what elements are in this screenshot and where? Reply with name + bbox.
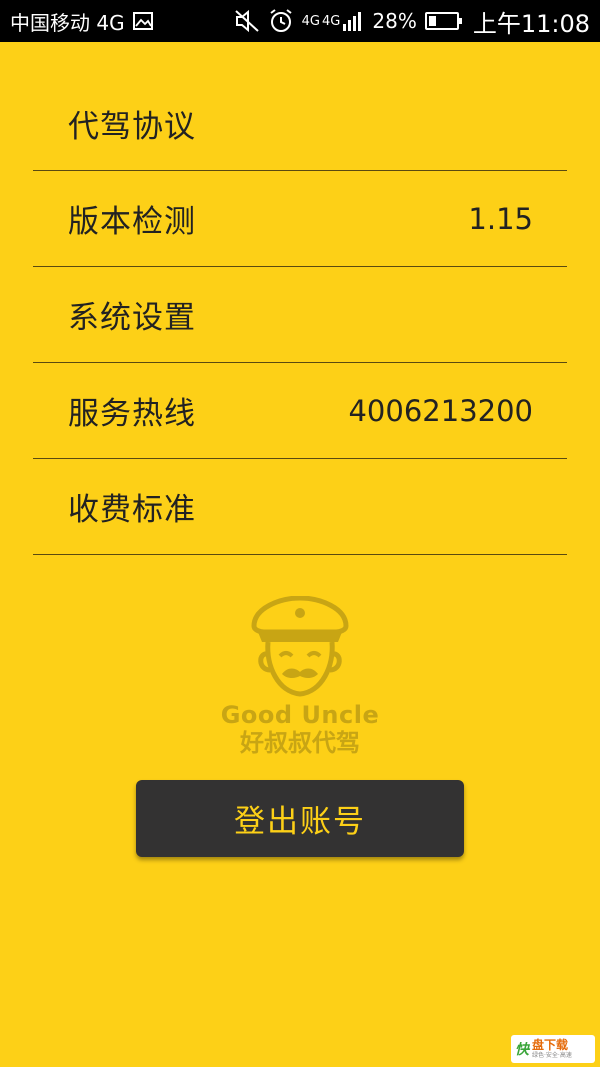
- watermark-sub: 绿色·安全·高速: [532, 1052, 572, 1059]
- menu-item-service-hotline[interactable]: 服务热线 4006213200: [33, 363, 567, 459]
- network-type-label-2: 4G: [322, 13, 341, 29]
- watermark: 快 盘下载 绿色·安全·高速: [511, 1035, 595, 1063]
- logo-name-chinese: 好叔叔代驾: [240, 729, 360, 757]
- menu-item-system-settings[interactable]: 系统设置: [33, 267, 567, 363]
- menu-item-version-check[interactable]: 版本检测 1.15: [33, 171, 567, 267]
- menu-item-label: 版本检测: [68, 204, 196, 240]
- battery-percent: 28%: [372, 9, 417, 33]
- battery-fill: [428, 16, 437, 26]
- good-uncle-logo: Good Uncle 好叔叔代驾: [210, 596, 390, 766]
- status-bar: 中国移动 4G 4G 4G 28% 上午11:08: [0, 0, 600, 42]
- mute-icon: [234, 9, 260, 33]
- menu-item-label: 收费标准: [68, 492, 196, 528]
- battery-icon: [424, 12, 462, 30]
- menu-item-pricing-standard[interactable]: 收费标准: [33, 459, 567, 555]
- logo-name-english: Good Uncle: [220, 701, 380, 729]
- menu-item-driving-agreement[interactable]: 代驾协议: [33, 76, 567, 171]
- version-number: 1.15: [468, 201, 533, 236]
- watermark-mark: 快: [515, 1042, 529, 1058]
- carrier-label: 中国移动 4G: [10, 10, 125, 35]
- network-type-label: 4G: [301, 13, 321, 29]
- settings-menu: 代驾协议 版本检测 1.15 系统设置 服务热线 4006213200 收费标准: [33, 76, 567, 555]
- logout-button[interactable]: 登出账号: [136, 780, 464, 857]
- watermark-text: 盘下载 绿色·安全·高速: [532, 1039, 572, 1059]
- status-bar-left: 中国移动 4G: [10, 7, 153, 36]
- clock-time: 上午11:08: [472, 9, 590, 38]
- image-icon: [132, 12, 153, 30]
- watermark-main: 盘下载: [532, 1038, 569, 1052]
- alarm-icon: [268, 8, 294, 34]
- driver-mascot-icon: [251, 596, 349, 697]
- menu-item-label: 系统设置: [68, 300, 196, 336]
- status-bar-right: 4G 4G 28% 上午11:08: [234, 4, 590, 39]
- menu-item-label: 代驾协议: [68, 108, 196, 145]
- signal-icon: 4G 4G: [302, 10, 365, 32]
- hotline-number: 4006213200: [348, 393, 533, 428]
- menu-item-label: 服务热线: [68, 396, 196, 432]
